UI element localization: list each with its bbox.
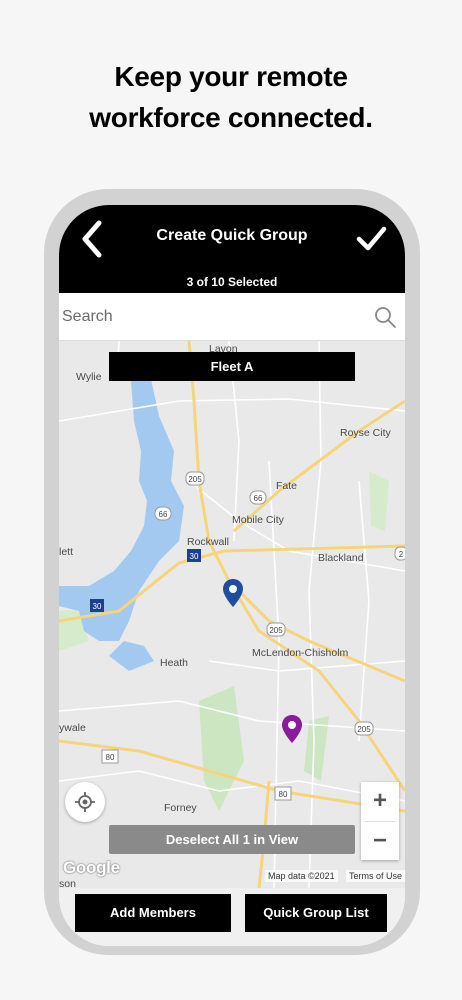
search-bar (59, 293, 405, 341)
route-shield-label: 205 (269, 626, 283, 635)
zoom-out-button[interactable]: − (361, 822, 399, 860)
terms-of-use-link[interactable]: Terms of Use (346, 870, 405, 882)
headline: Keep your remote workforce connected. (0, 56, 462, 138)
route-shield-label: 80 (279, 790, 288, 799)
zoom-control: + − (361, 782, 399, 860)
selection-count: 3 of 10 Selected (186, 275, 278, 289)
quick-group-list-button[interactable]: Quick Group List (245, 894, 387, 932)
route-shield: 205 (266, 622, 286, 637)
map-pin-purple-icon[interactable] (281, 714, 303, 744)
route-shield-label: 30 (93, 602, 102, 611)
add-members-button[interactable]: Add Members (75, 894, 231, 932)
map-shields: 205 66 66 30 30 205 205 80 80 2 (90, 471, 405, 801)
crosshair-icon (75, 792, 95, 812)
route-shield: 2 (394, 546, 405, 561)
map-data-attribution: Map data ©2021 (265, 870, 338, 882)
route-shield-label: 80 (106, 753, 115, 762)
google-logo: Google (63, 858, 120, 877)
route-shield-label: 205 (357, 725, 371, 734)
route-shield: 30 (187, 549, 201, 562)
route-shield-label: 66 (159, 510, 168, 519)
headline-line-1: Keep your remote (114, 61, 348, 92)
route-shield: 66 (154, 506, 172, 521)
map-view[interactable]: Lavon Wylie Royse City Fate Mobile City … (59, 341, 405, 888)
app-screen: Create Quick Group 3 of 10 Selected Sear… (59, 205, 405, 946)
route-shield-label: 2 (399, 550, 404, 559)
route-shield: 30 (90, 599, 104, 612)
route-shield: 66 (249, 490, 267, 505)
route-shield: 205 (354, 721, 374, 736)
route-shield-label: 205 (188, 475, 202, 484)
fleet-label[interactable]: Fleet A (109, 352, 355, 381)
search-icon[interactable] (373, 305, 397, 329)
route-shield: 80 (101, 749, 119, 764)
headline-line-2: workforce connected. (89, 102, 373, 133)
deselect-all-button[interactable]: Deselect All 1 in View (109, 825, 355, 854)
map-pin-blue-icon[interactable] (222, 578, 244, 608)
search-input[interactable] (62, 303, 352, 331)
my-location-button[interactable] (65, 782, 105, 822)
route-shield-label: 30 (190, 552, 199, 561)
bottom-bar: Add Members Quick Group List (59, 888, 405, 946)
zoom-in-button[interactable]: + (361, 782, 399, 820)
route-shield: 80 (274, 786, 292, 801)
route-shield: 205 (185, 471, 205, 486)
top-bar: Create Quick Group 3 of 10 Selected (59, 205, 405, 293)
confirm-check-icon[interactable] (353, 219, 389, 259)
route-shield-label: 66 (254, 494, 263, 503)
